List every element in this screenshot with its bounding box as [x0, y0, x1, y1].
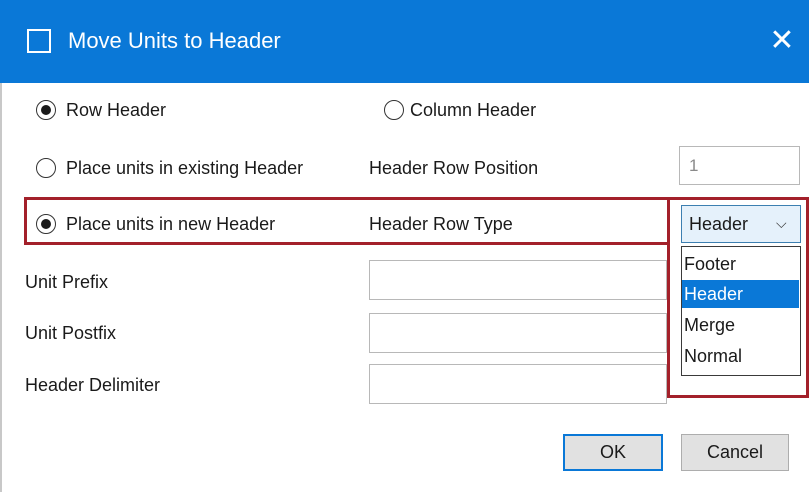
cancel-button[interactable]: Cancel — [681, 434, 789, 471]
close-button[interactable]: ✕ — [760, 18, 804, 64]
row-header-label[interactable]: Row Header — [66, 98, 166, 122]
unit-postfix-input[interactable] — [369, 313, 667, 353]
title-bar: Move Units to Header ✕ — [0, 0, 809, 83]
ok-button[interactable]: OK — [563, 434, 663, 471]
dropdown-option-normal[interactable]: Normal — [682, 342, 799, 370]
new-header-label[interactable]: Place units in new Header — [66, 212, 275, 236]
dropdown-option-header[interactable]: Header — [682, 280, 799, 308]
header-row-position-input[interactable]: 1 — [679, 146, 800, 185]
unit-prefix-input[interactable] — [369, 260, 667, 300]
window-icon — [27, 29, 51, 53]
window-title: Move Units to Header — [68, 28, 281, 53]
dropdown-option-footer[interactable]: Footer — [682, 250, 799, 278]
dropdown-option-merge[interactable]: Merge — [682, 311, 799, 339]
unit-prefix-label: Unit Prefix — [25, 272, 109, 292]
new-header-radio[interactable] — [36, 214, 56, 234]
header-row-type-dropdown[interactable]: Footer Header Merge Normal — [681, 246, 801, 376]
header-row-type-label: Header Row Type — [369, 214, 513, 234]
window-border — [0, 83, 2, 492]
existing-header-radio[interactable] — [36, 158, 56, 178]
header-row-type-value: Header — [689, 214, 749, 234]
header-row-position-label: Header Row Position — [369, 158, 539, 178]
chevron-down-icon: ⌵ — [776, 215, 787, 231]
existing-header-label[interactable]: Place units in existing Header — [66, 156, 303, 180]
header-row-position-value: 1 — [689, 155, 699, 175]
column-header-radio[interactable] — [384, 100, 404, 120]
unit-postfix-label: Unit Postfix — [25, 323, 117, 343]
column-header-label[interactable]: Column Header — [410, 98, 536, 122]
header-delimiter-label: Header Delimiter — [25, 375, 161, 395]
header-delimiter-input[interactable] — [369, 364, 667, 404]
row-header-radio[interactable] — [36, 100, 56, 120]
header-row-type-select[interactable]: Header ⌵ — [681, 205, 801, 243]
